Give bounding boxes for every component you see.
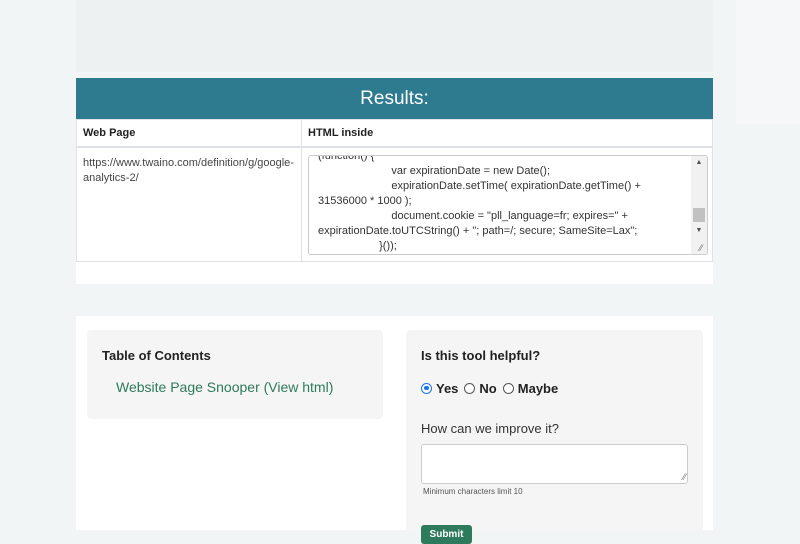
resize-grip-icon[interactable]: ⁄⁄	[696, 243, 706, 253]
bottom-card: Table of Contents Website Page Snooper (…	[76, 316, 713, 544]
radio-option-maybe[interactable]: Maybe	[502, 380, 559, 396]
improve-label: How can we improve it?	[421, 421, 559, 436]
radio-label-yes: Yes	[436, 380, 459, 396]
table-header-row: Web Page HTML inside	[77, 120, 712, 148]
feedback-title: Is this tool helpful?	[421, 348, 541, 363]
code-scrollbar[interactable]: ▲ ▼	[691, 156, 707, 254]
html-code-textarea[interactable]: (function() { var expirationDate = new D…	[308, 155, 708, 255]
side-blank-panel	[736, 0, 800, 124]
radio-no[interactable]	[464, 382, 476, 394]
resize-grip-icon[interactable]: ⁄⁄	[683, 472, 686, 482]
improve-textarea[interactable]: ⁄⁄	[421, 444, 688, 484]
helpful-radio-group: Yes No Maybe	[421, 379, 564, 397]
scrollbar-thumb[interactable]	[693, 208, 705, 222]
results-table: Web Page HTML inside https://www.twaino.…	[76, 119, 713, 262]
radio-maybe[interactable]	[502, 382, 514, 394]
radio-label-no: No	[479, 380, 497, 396]
radio-option-yes[interactable]: Yes	[421, 381, 458, 396]
toc-link-website-page-snooper[interactable]: Website Page Snooper (View html)	[116, 379, 333, 395]
toc-title: Table of Contents	[102, 348, 211, 363]
column-header-html-inside: HTML inside	[308, 127, 374, 139]
column-divider	[301, 120, 302, 261]
column-header-web-page: Web Page	[83, 127, 136, 139]
table-of-contents-box: Table of Contents Website Page Snooper (…	[87, 330, 383, 419]
triangle-up-icon[interactable]: ▲	[691, 156, 707, 170]
web-page-url: https://www.twaino.com/definition/g/goog…	[83, 157, 294, 184]
min-characters-hint: Minimum characters limit 10	[423, 487, 523, 496]
results-title: Results:	[76, 78, 713, 119]
radio-option-no[interactable]: No	[464, 380, 497, 396]
submit-button[interactable]: Submit	[421, 525, 472, 544]
html-code-text: (function() { var expirationDate = new D…	[318, 155, 641, 252]
top-blank-panel	[76, 0, 713, 72]
triangle-down-icon[interactable]: ▼	[691, 224, 707, 238]
results-card: Results: Web Page HTML inside https://ww…	[76, 78, 713, 284]
radio-label-maybe: Maybe	[517, 380, 559, 396]
feedback-box: Is this tool helpful? Yes No Maybe How c…	[406, 330, 703, 544]
radio-yes[interactable]	[421, 382, 432, 394]
